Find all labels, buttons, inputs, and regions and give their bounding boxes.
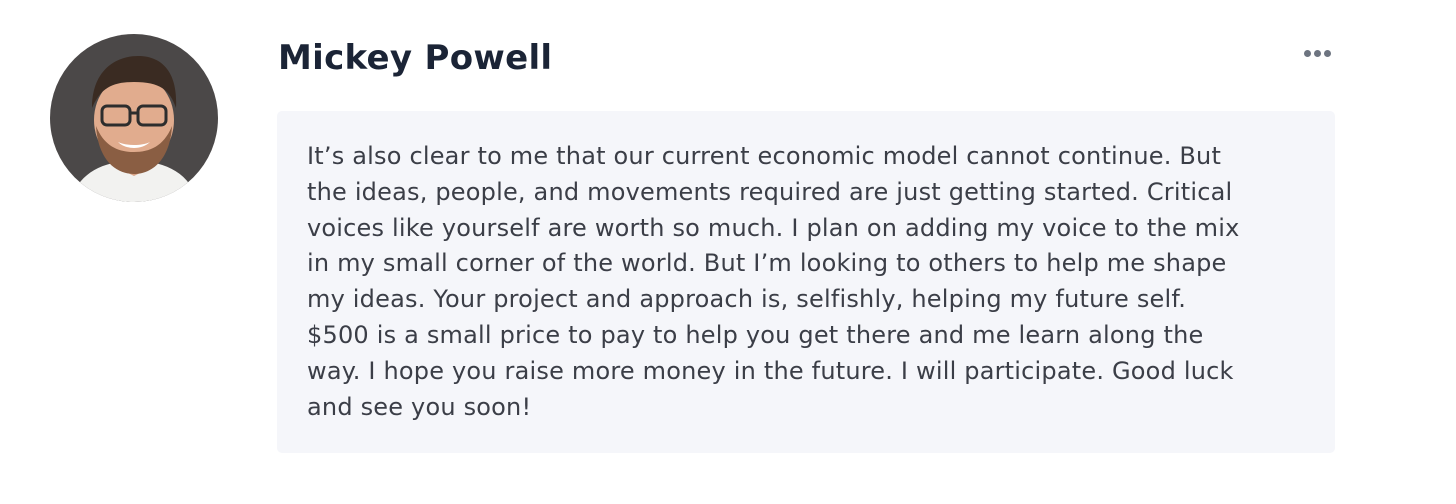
- comment-bubble: It’s also clear to me that our current e…: [277, 111, 1335, 453]
- person-avatar-image: [50, 34, 218, 202]
- avatar[interactable]: [50, 34, 218, 202]
- author-name[interactable]: Mickey Powell: [278, 36, 552, 80]
- ellipsis-icon: [1323, 49, 1331, 57]
- comment-card: Mickey Powell It’s also clear to me that…: [0, 0, 1456, 504]
- more-options-button[interactable]: [1298, 40, 1336, 66]
- comment-text: It’s also clear to me that our current e…: [307, 142, 1240, 421]
- ellipsis-icon: [1303, 49, 1311, 57]
- ellipsis-icon: [1313, 49, 1321, 57]
